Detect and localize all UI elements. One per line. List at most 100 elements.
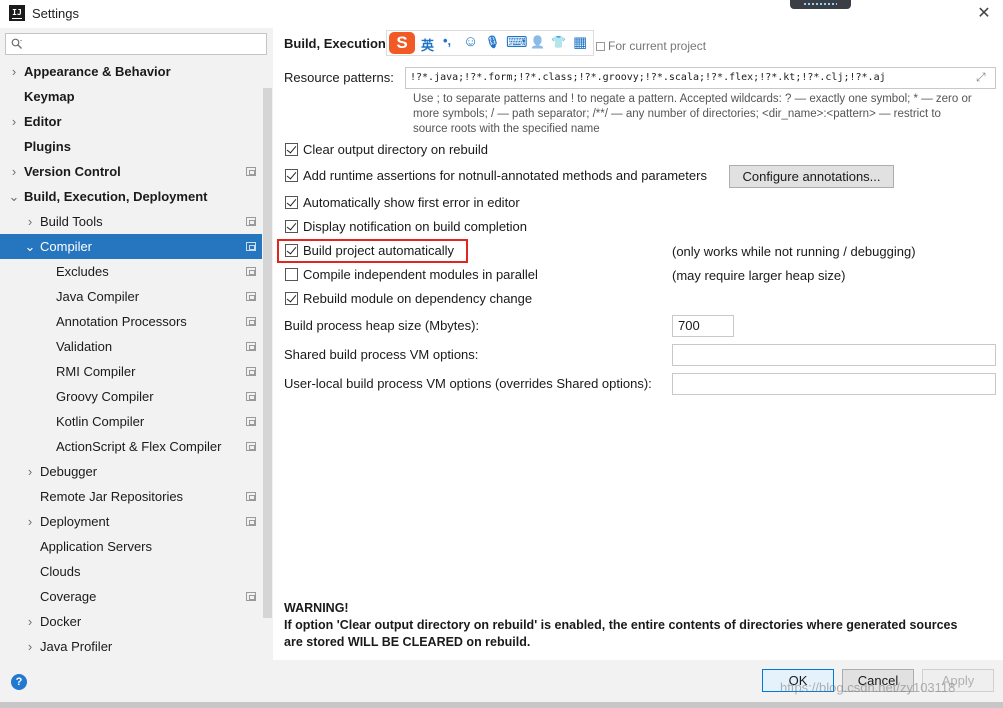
project-scope-icon: [246, 517, 256, 526]
sidebar-item-java-compiler[interactable]: Java Compiler: [0, 284, 262, 309]
window-title: Settings: [32, 6, 79, 21]
chevron-down-icon[interactable]: ⌄: [24, 234, 36, 259]
sidebar-item-remote-jar-repositories[interactable]: Remote Jar Repositories: [0, 484, 262, 509]
ime-toolbox-icon[interactable]: ▦: [573, 33, 587, 51]
breadcrumb: Build, Execution,: [284, 36, 390, 51]
sidebar-item-label: Excludes: [56, 264, 109, 279]
sidebar-item-label: Plugins: [24, 139, 71, 154]
floating-toolbar-widget[interactable]: [790, 0, 851, 9]
sidebar-item-label: Appearance & Behavior: [24, 64, 171, 79]
sidebar-item-groovy-compiler[interactable]: Groovy Compiler: [0, 384, 262, 409]
sidebar-item-appearance-behavior[interactable]: › Appearance & Behavior: [0, 59, 262, 84]
ime-emoji-icon[interactable]: ☺: [463, 33, 478, 50]
chevron-right-icon[interactable]: ›: [8, 159, 20, 184]
ime-skin-icon[interactable]: 👕: [551, 35, 566, 49]
resource-patterns-input[interactable]: !?*.java;!?*.form;!?*.class;!?*.groovy;!…: [405, 67, 996, 89]
chevron-down-icon[interactable]: ⌄: [8, 184, 20, 209]
chevron-right-icon[interactable]: ›: [8, 109, 20, 134]
settings-tree: › Appearance & Behavior Keymap › Editor Plugi…: [0, 59, 262, 659]
sogou-ime-logo[interactable]: S: [389, 32, 415, 54]
user-vm-options-input[interactable]: [672, 373, 996, 395]
heap-size-label: Build process heap size (Mbytes):: [284, 318, 480, 333]
sidebar-item-annotation-processors[interactable]: Annotation Processors: [0, 309, 262, 334]
sidebar-item-version-control[interactable]: › Version Control: [0, 159, 262, 184]
sidebar-item-application-servers[interactable]: Application Servers: [0, 534, 262, 559]
chevron-right-icon[interactable]: ›: [24, 209, 36, 234]
sidebar-item-kotlin-compiler[interactable]: Kotlin Compiler: [0, 409, 262, 434]
project-scope-icon: [246, 417, 256, 426]
resource-patterns-hint: Use ; to separate patterns and ! to nega…: [413, 92, 993, 137]
sidebar-item-coverage[interactable]: Coverage: [0, 584, 262, 609]
chevron-right-icon[interactable]: ›: [24, 459, 36, 484]
ime-punctuation-icon[interactable]: •,: [443, 33, 451, 48]
configure-annotations-button[interactable]: Configure annotations...: [729, 165, 894, 188]
sidebar-item-label: Compiler: [40, 239, 93, 254]
sidebar-item-label: Editor: [24, 114, 62, 129]
hint-line: more symbols; / — path separator; /**/ —…: [413, 108, 941, 120]
intellij-app-icon: IJ: [9, 5, 25, 21]
project-scope-icon: [246, 392, 256, 401]
sidebar-item-editor[interactable]: › Editor: [0, 109, 262, 134]
ime-voice-icon[interactable]: 🎙: [485, 35, 500, 49]
project-scope-icon: [246, 242, 256, 251]
sidebar-item-compiler[interactable]: ⌄ Compiler: [0, 234, 262, 259]
build-automatically-note: (only works while not running / debuggin…: [672, 244, 916, 259]
heap-size-input[interactable]: 700: [672, 315, 734, 337]
sidebar-item-build-tools[interactable]: › Build Tools: [0, 209, 262, 234]
sidebar-item-actionscript-flex-compiler[interactable]: ActionScript & Flex Compiler: [0, 434, 262, 459]
for-current-project-note: For current project: [596, 39, 706, 53]
sidebar-item-label: Clouds: [40, 564, 81, 579]
sidebar-item-debugger[interactable]: › Debugger: [0, 459, 262, 484]
chevron-right-icon[interactable]: ›: [24, 634, 36, 659]
sidebar-item-label: RMI Compiler: [56, 364, 136, 379]
ime-keyboard-icon[interactable]: ⌨: [506, 33, 528, 51]
sidebar-item-excludes[interactable]: Excludes: [0, 259, 262, 284]
checkbox-box[interactable]: [285, 169, 298, 182]
ime-toolbar[interactable]: S 英 •, ☺ 🎙 ⌨ 👤 👕 ▦: [386, 30, 594, 56]
project-scope-icon: [246, 217, 256, 226]
sidebar-item-build-execution-deployment[interactable]: ⌄ Build, Execution, Deployment: [0, 184, 262, 209]
checkbox-box[interactable]: [285, 196, 298, 209]
sidebar-item-label: Groovy Compiler: [56, 389, 154, 404]
sidebar-item-label: Kotlin Compiler: [56, 414, 145, 429]
sidebar-item-keymap[interactable]: Keymap: [0, 84, 262, 109]
checkbox-label: Display notification on build completion: [303, 219, 528, 234]
sidebar-item-validation[interactable]: Validation: [0, 334, 262, 359]
sidebar-item-label: Debugger: [40, 464, 98, 479]
sidebar-item-label: Coverage: [40, 589, 97, 604]
project-scope-icon: [246, 317, 256, 326]
sidebar-item-label: Version Control: [24, 164, 121, 179]
close-icon[interactable]: ✕: [974, 4, 994, 24]
sidebar-item-clouds[interactable]: Clouds: [0, 559, 262, 584]
window-bottom-edge: [0, 702, 1003, 708]
checkbox-box[interactable]: [285, 292, 298, 305]
ime-user-icon[interactable]: 👤: [530, 35, 545, 49]
help-icon[interactable]: ?: [11, 674, 27, 690]
sidebar-item-label: Application Servers: [40, 539, 152, 554]
checkbox-box[interactable]: [285, 268, 298, 281]
sidebar-item-rmi-compiler[interactable]: RMI Compiler: [0, 359, 262, 384]
chevron-right-icon[interactable]: ›: [24, 609, 36, 634]
sidebar-item-deployment[interactable]: › Deployment: [0, 509, 262, 534]
ime-language-icon[interactable]: 英: [421, 35, 434, 54]
project-scope-icon: [246, 342, 256, 351]
title-bar: IJ Settings ✕: [0, 0, 1003, 28]
sidebar-item-plugins[interactable]: Plugins: [0, 134, 262, 159]
sidebar-scrollbar[interactable]: [263, 88, 272, 618]
sidebar-item-label: ActionScript & Flex Compiler: [56, 439, 222, 454]
sidebar-item-label: Keymap: [24, 89, 75, 104]
checkbox-box[interactable]: [285, 143, 298, 156]
checkbox-box[interactable]: [285, 220, 298, 233]
sidebar-item-docker[interactable]: › Docker: [0, 609, 262, 634]
project-scope-icon: [246, 492, 256, 501]
hint-line: Use ; to separate patterns and ! to nega…: [413, 93, 972, 105]
project-scope-icon: [246, 592, 256, 601]
shared-vm-options-input[interactable]: [672, 344, 996, 366]
watermark-text: https://blog.csdn.net/zy103118: [780, 680, 956, 695]
settings-search-input[interactable]: [5, 33, 267, 55]
expand-field-icon[interactable]: ⤢: [976, 70, 986, 85]
sidebar-item-java-profiler[interactable]: › Java Profiler: [0, 634, 262, 659]
chevron-right-icon[interactable]: ›: [8, 59, 20, 84]
for-current-project-label: For current project: [608, 39, 707, 53]
chevron-right-icon[interactable]: ›: [24, 509, 36, 534]
